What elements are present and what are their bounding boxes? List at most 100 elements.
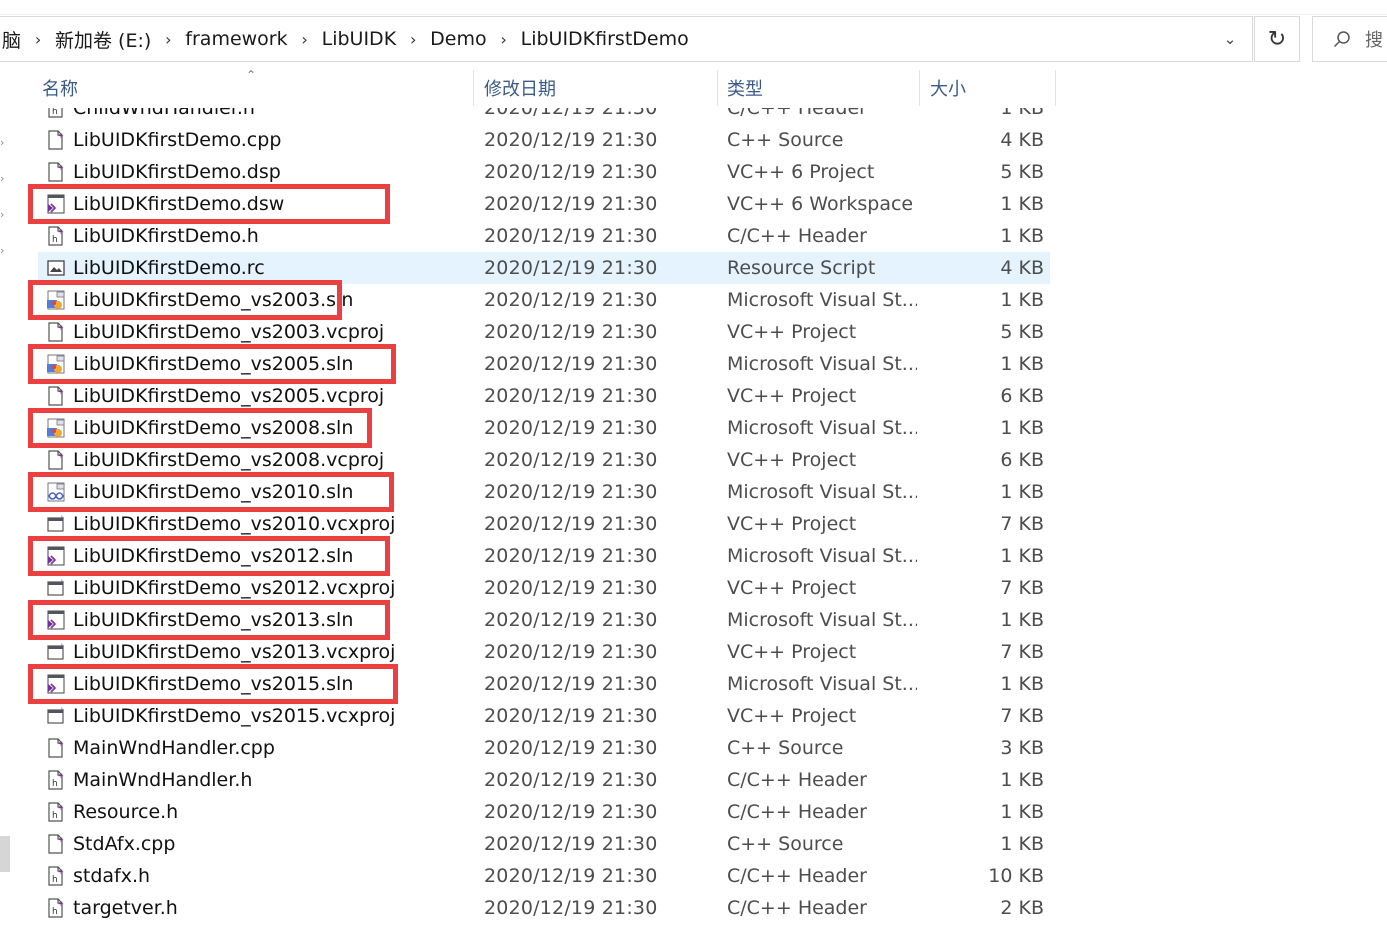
file-row[interactable]: + LibUIDKfirstDemo.cpp 2020/12/19 21:30 C++… [0,124,1060,156]
file-size: 1 KB [1000,609,1044,631]
svg-text:h: h [52,779,58,789]
cpp-source-icon: + [45,316,67,348]
address-bar[interactable]: 脑 › 新加卷 (E:) › framework › LibUIDK › Demo › LibUID… [0,16,1253,62]
breadcrumb-chevron-icon[interactable]: › [23,30,53,49]
file-row[interactable]: LibUIDKfirstDemo_vs2005.sln 2020/12/19 21… [0,344,1060,384]
file-type: VC++ 6 Workspace [727,193,914,215]
file-date: 2020/12/19 21:30 [484,289,658,311]
file-name: StdAfx.cpp [73,833,176,855]
file-name: LibUIDKfirstDemo.cpp [73,129,282,151]
file-date: 2020/12/19 21:30 [484,108,658,119]
file-name: LibUIDKfirstDemo_vs2010.vcxproj [73,513,396,535]
file-row[interactable]: + LibUIDKfirstDemo.dsp 2020/12/19 21:30 VC+… [0,156,1060,188]
svg-text:h: h [52,108,58,117]
vs-solution-icon [45,188,67,220]
column-divider[interactable] [1055,70,1056,106]
search-input[interactable]: 搜 [1312,16,1387,62]
column-divider[interactable] [717,70,718,106]
file-size: 4 KB [1000,129,1044,151]
file-name: LibUIDKfirstDemo_vs2003.sln [73,289,354,311]
file-row[interactable]: + LibUIDKfirstDemo_vs2005.vcproj 2020/12/1… [0,380,1060,412]
file-size: 1 KB [1000,833,1044,855]
breadcrumb-item[interactable]: Demo [428,28,488,50]
file-explorer-window: 脑 › 新加卷 (E:) › framework › LibUIDK › Demo › LibUID… [0,0,1387,928]
file-row[interactable]: + LibUIDKfirstDemo_vs2013.vcxproj 2020/12/… [0,636,1060,668]
search-placeholder: 搜 [1365,30,1383,51]
file-row[interactable]: LibUIDKfirstDemo_vs2008.sln 2020/12/19 21… [0,408,1060,448]
column-date[interactable]: 修改日期 [478,68,716,108]
file-row[interactable]: LibUIDKfirstDemo_vs2010.sln 2020/12/19 21… [0,472,1060,512]
svg-text:h: h [52,907,58,917]
file-row[interactable]: + MainWndHandler.cpp 2020/12/19 21:30 C++ S… [0,732,1060,764]
column-divider[interactable] [473,70,474,106]
file-type: VC++ Project [727,449,857,471]
file-type: C/C++ Header [727,108,867,119]
column-type[interactable]: 类型 [721,68,917,108]
breadcrumb-item[interactable]: 新加卷 (E:) [53,26,153,53]
file-name: LibUIDKfirstDemo_vs2008.sln [73,417,354,439]
file-date: 2020/12/19 21:30 [484,705,658,727]
file-type: VC++ Project [727,513,857,535]
file-row[interactable]: h + targetver.h 2020/12/19 21:30 C/C++ Heade… [0,892,1060,924]
breadcrumb-item[interactable]: LibUIDKfirstDemo [519,28,691,50]
file-date: 2020/12/19 21:30 [484,481,658,503]
vs-legacy-solution-icon [45,412,67,444]
breadcrumb-item[interactable]: LibUIDK [320,28,399,50]
column-name[interactable]: 名称 [36,68,472,108]
svg-text:+: + [58,740,64,748]
column-divider[interactable] [919,70,920,106]
file-size: 5 KB [1000,321,1044,343]
file-row[interactable]: + LibUIDKfirstDemo_vs2012.vcxproj 2020/12/… [0,572,1060,604]
file-date: 2020/12/19 21:30 [484,577,658,599]
file-date: 2020/12/19 21:30 [484,353,658,375]
file-row[interactable]: h + Resource.h 2020/12/19 21:30 C/C++ Header… [0,796,1060,828]
file-row[interactable]: + LibUIDKfirstDemo_vs2008.vcproj 2020/12/1… [0,444,1060,476]
file-row[interactable]: + LibUIDKfirstDemo_vs2003.vcproj 2020/12/1… [0,316,1060,348]
file-row[interactable]: LibUIDKfirstDemo_vs2012.sln 2020/12/19 21… [0,536,1060,576]
file-row[interactable]: h + stdafx.h 2020/12/19 21:30 C/C++ Header 10… [0,860,1060,892]
file-row[interactable]: + LibUIDKfirstDemo_vs2015.vcxproj 2020/12/… [0,700,1060,732]
file-row[interactable]: + StdAfx.cpp 2020/12/19 21:30 C++ Source 1 K… [0,828,1060,860]
file-row[interactable]: LibUIDKfirstDemo_vs2015.sln 2020/12/19 21… [0,664,1060,704]
file-rows: h+ChildWndHandler.h2020/12/19 21:30C/C++… [0,108,1060,924]
breadcrumb-item[interactable]: framework [183,28,289,50]
file-size: 6 KB [1000,449,1044,471]
file-row[interactable]: LibUIDKfirstDemo_vs2003.sln 2020/12/19 21… [0,280,1060,320]
file-row[interactable]: h+ ChildWndHandler.h 2020/12/19 21:30 C/C++… [0,108,1060,124]
file-name: LibUIDKfirstDemo.h [73,225,259,247]
file-list: h+ChildWndHandler.h2020/12/19 21:30C/C++… [0,108,1060,928]
file-type: VC++ Project [727,641,857,663]
column-size[interactable]: 大小 [924,68,1054,108]
breadcrumb-chevron-icon[interactable]: › [153,30,183,49]
vs-solution-icon [45,668,67,700]
file-size: 5 KB [1000,161,1044,183]
file-row[interactable]: h + MainWndHandler.h 2020/12/19 21:30 C/C++ … [0,764,1060,796]
refresh-button[interactable]: ↻ [1254,16,1300,62]
file-type: VC++ Project [727,385,857,407]
chevron-down-icon[interactable]: ⌄ [1208,17,1252,61]
breadcrumb-chevron-icon[interactable]: › [398,30,428,49]
svg-text:h: h [52,875,58,885]
cpp-header-icon: h+ [45,892,67,924]
svg-text:+: + [59,578,65,586]
file-row[interactable]: h + LibUIDKfirstDemo.h 2020/12/19 21:30 C/C+… [0,220,1060,252]
file-size: 1 KB [1000,108,1044,119]
file-size: 1 KB [1000,545,1044,567]
file-date: 2020/12/19 21:30 [484,609,658,631]
breadcrumb-chevron-icon[interactable]: › [290,30,320,49]
file-type: Microsoft Visual St... [727,545,917,567]
cpp-source-icon: + [45,156,67,188]
file-row[interactable]: + LibUIDKfirstDemo_vs2010.vcxproj 2020/12/… [0,508,1060,540]
file-name: ChildWndHandler.h [73,108,255,119]
file-row[interactable]: LibUIDKfirstDemo.dsw 2020/12/19 21:30 VC++… [0,184,1060,224]
svg-text:+: + [58,804,64,812]
file-row[interactable]: LibUIDKfirstDemo.rc 2020/12/19 21:30 Resou… [0,252,1060,284]
breadcrumb-chevron-icon[interactable]: › [489,30,519,49]
file-name: LibUIDKfirstDemo_vs2012.vcxproj [73,577,396,599]
file-row[interactable]: LibUIDKfirstDemo_vs2013.sln 2020/12/19 21… [0,600,1060,640]
file-size: 7 KB [1000,577,1044,599]
file-name: LibUIDKfirstDemo_vs2015.sln [73,673,354,695]
breadcrumb-item[interactable]: 脑 [0,26,23,53]
cpp-source-icon: + [45,732,67,764]
file-date: 2020/12/19 21:30 [484,449,658,471]
